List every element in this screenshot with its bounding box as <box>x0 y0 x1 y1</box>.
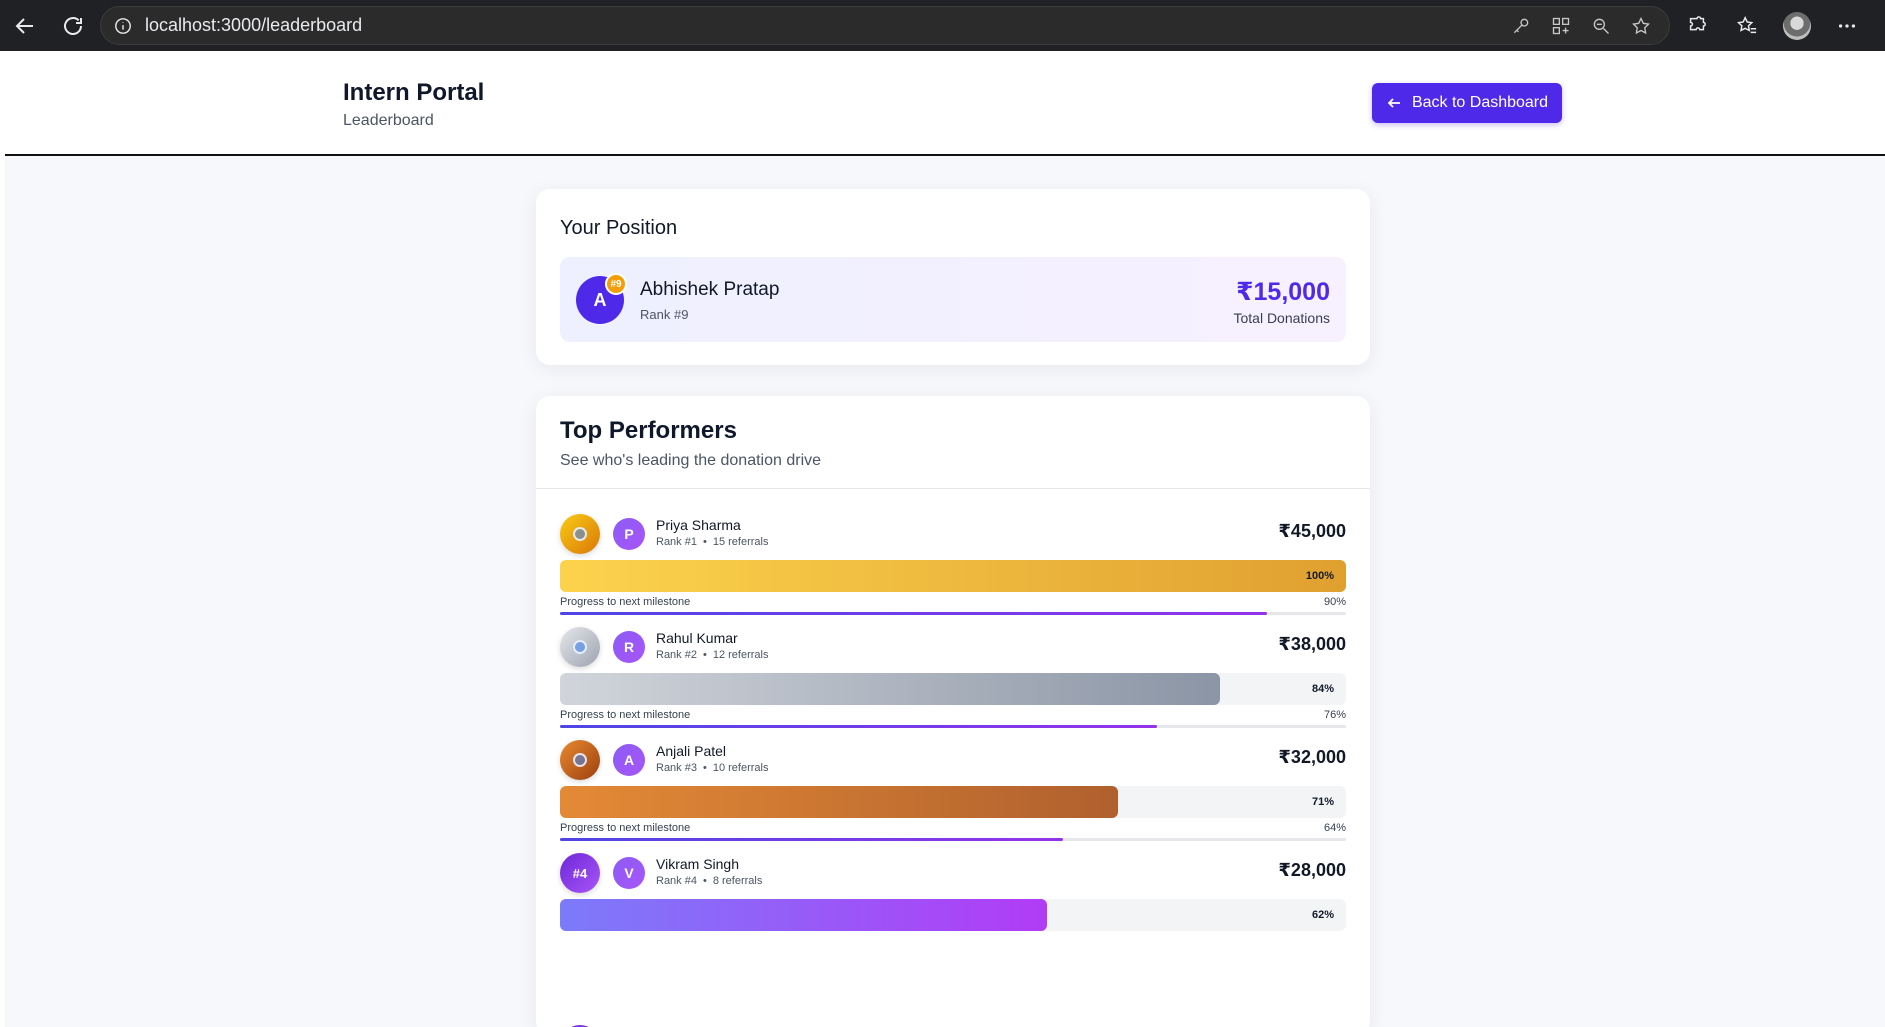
performer-amount: ₹28,000 <box>1278 860 1346 880</box>
milestone-label: Progress to next milestone <box>560 822 691 834</box>
key-icon[interactable] <box>1509 14 1533 38</box>
total-donations-value: ₹15,000 <box>1236 278 1330 306</box>
divider <box>536 488 1370 489</box>
milestone-percent: 64% <box>1323 822 1346 834</box>
your-position-card: Your Position A #9 Abhishek Pratap Rank … <box>536 189 1370 365</box>
url-text[interactable]: localhost:3000/leaderboard <box>145 15 362 36</box>
rank-badge: #4 <box>560 853 600 893</box>
meta-separator: • <box>702 875 707 887</box>
position-card-title: Your Position <box>560 217 678 239</box>
donation-progress-percent: 62% <box>1311 909 1334 921</box>
donation-progress-percent: 84% <box>1311 683 1334 695</box>
bronze-medal-icon <box>560 740 600 780</box>
donation-progress-bar: 71% <box>560 786 1346 818</box>
milestone-label: Progress to next milestone <box>560 596 691 608</box>
performer-meta: Rank #3 • 10 referrals <box>656 762 768 774</box>
more-options-icon[interactable] <box>1833 12 1861 40</box>
donation-progress-percent: 71% <box>1311 796 1334 808</box>
performer-amount: ₹38,000 <box>1278 634 1346 654</box>
milestone-label: Progress to next milestone <box>560 709 691 721</box>
performer-referrals: 10 referrals <box>712 762 769 774</box>
user-rank: Rank #9 <box>640 307 689 322</box>
reload-icon[interactable] <box>53 6 93 46</box>
avatar: P <box>613 518 645 550</box>
arrow-left-icon <box>1387 98 1400 108</box>
star-icon[interactable] <box>1629 14 1653 38</box>
performer-referrals: 12 referrals <box>712 649 769 661</box>
donation-progress-bar: 62% <box>560 899 1346 931</box>
browser-toolbar: localhost:3000/leaderboard <box>0 0 1885 51</box>
milestone-progress-bar <box>560 838 1346 841</box>
donation-progress-fill <box>560 673 1221 705</box>
performer-referrals: 15 referrals <box>712 536 769 548</box>
back-to-dashboard-button[interactable]: Back to Dashboard <box>1372 83 1562 123</box>
performer-rank: Rank #2 <box>656 649 697 661</box>
leaderboard-row[interactable]: #4 V Vikram Singh Rank #4 • 8 referrals … <box>560 853 1346 943</box>
performer-rank: Rank #1 <box>656 536 697 548</box>
top-performers-title: Top Performers <box>560 417 737 444</box>
page-content: Intern Portal Leaderboard Back to Dashbo… <box>5 51 1885 1027</box>
avatar: R <box>613 631 645 663</box>
user-name: Abhishek Pratap <box>640 279 780 300</box>
meta-separator: • <box>702 536 707 548</box>
donation-progress-fill <box>560 899 1048 931</box>
milestone-progress-bar <box>560 725 1346 728</box>
meta-separator: • <box>702 762 707 774</box>
silver-medal-icon <box>560 627 600 667</box>
top-performers-subtitle: See who's leading the donation drive <box>560 452 822 469</box>
performer-meta: Rank #2 • 12 referrals <box>656 649 768 661</box>
performer-amount: ₹32,000 <box>1278 747 1346 767</box>
performer-name: Anjali Patel <box>656 743 727 759</box>
donation-progress-fill <box>560 786 1119 818</box>
page-subtitle: Leaderboard <box>343 112 434 129</box>
milestone-progress-bar <box>560 612 1346 615</box>
total-donations-label: Total Donations <box>1233 310 1330 326</box>
top-performers-card: Top Performers See who's leading the don… <box>536 396 1370 1027</box>
milestone-percent: 76% <box>1323 709 1346 721</box>
gold-medal-icon <box>560 514 600 554</box>
zoom-icon[interactable] <box>1589 14 1613 38</box>
donation-progress-percent: 100% <box>1305 570 1334 582</box>
favorites-icon[interactable] <box>1733 12 1761 40</box>
performer-meta: Rank #4 • 8 referrals <box>656 875 762 887</box>
address-bar[interactable]: localhost:3000/leaderboard <box>100 6 1670 45</box>
performer-referrals: 8 referrals <box>712 875 763 887</box>
back-arrow-icon[interactable] <box>5 6 45 46</box>
performer-name: Rahul Kumar <box>656 630 738 646</box>
meta-separator: • <box>702 649 707 661</box>
position-summary: A #9 Abhishek Pratap Rank #9 ₹15,000 Tot… <box>560 257 1346 342</box>
performer-amount: ₹45,000 <box>1278 521 1346 541</box>
avatar: V <box>613 857 645 889</box>
app-title: Intern Portal <box>343 79 485 106</box>
extensions-icon[interactable] <box>1683 12 1711 40</box>
performer-rank: Rank #4 <box>656 875 697 887</box>
avatar: A <box>613 744 645 776</box>
milestone-percent: 90% <box>1323 596 1346 608</box>
donation-progress-bar: 84% <box>560 673 1346 705</box>
performer-rank: Rank #3 <box>656 762 697 774</box>
milestone-progress-fill <box>560 725 1158 728</box>
milestone-progress-fill <box>560 838 1064 841</box>
donation-progress-bar: 100% <box>560 560 1346 592</box>
donation-progress-fill <box>560 560 1346 592</box>
performer-meta: Rank #1 • 15 referrals <box>656 536 768 548</box>
site-info-icon[interactable] <box>113 16 133 36</box>
app-header: Intern Portal Leaderboard Back to Dashbo… <box>5 51 1885 156</box>
performer-name: Priya Sharma <box>656 517 741 533</box>
profile-avatar[interactable] <box>1783 11 1811 40</box>
apps-icon[interactable] <box>1549 14 1573 38</box>
performer-name: Vikram Singh <box>656 856 740 872</box>
back-button-label: Back to Dashboard <box>1411 94 1549 111</box>
milestone-progress-fill <box>560 612 1268 615</box>
rank-badge: #9 <box>605 273 627 295</box>
